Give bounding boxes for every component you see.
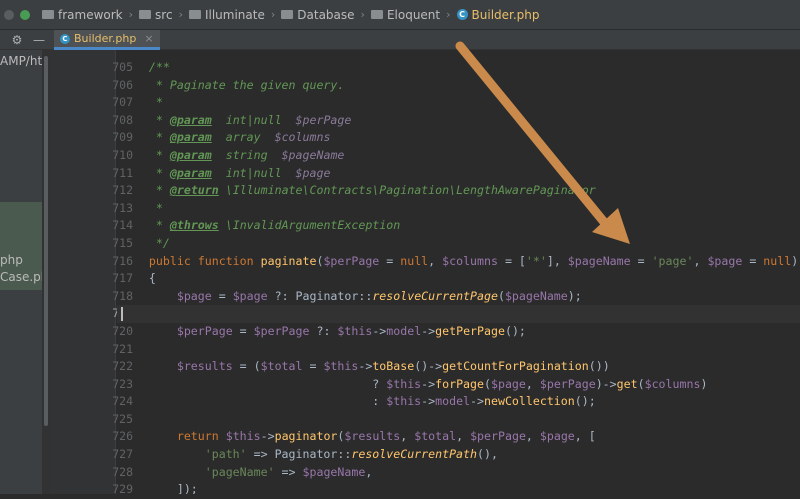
chevron-right-icon: › (178, 8, 183, 21)
code-line: * @param int|null $perPage (121, 112, 352, 127)
code-line: ]); (121, 482, 198, 494)
chevron-right-icon: › (446, 8, 451, 21)
tab-builder-php[interactable]: C Builder.php × (54, 30, 160, 50)
window-control-dot[interactable] (4, 9, 14, 20)
code-line: 'pageName' => $pageName, (204, 464, 373, 479)
code-line: ? $this->forPage($page, $perPage)->get($… (121, 376, 708, 391)
code-line: return $this->paginator($results, $total… (176, 429, 596, 444)
php-file-icon: C (456, 9, 468, 20)
breadcrumb-label: Illuminate (204, 7, 265, 22)
run-icon[interactable] (20, 9, 30, 20)
editor-tab-bar: ⚙ — C Builder.php × (0, 30, 800, 50)
panel-scrollbar[interactable] (44, 56, 48, 426)
tree-item-file[interactable]: Case.php (0, 270, 42, 284)
code-line: $perPage = $perPage ?: $this->model->get… (176, 323, 526, 338)
php-file-icon: C (60, 33, 70, 44)
folder-icon (42, 10, 54, 19)
breadcrumb-label: Database (297, 7, 355, 22)
breadcrumb-item-illuminate[interactable]: Illuminate › (188, 7, 281, 22)
breadcrumb-label: framework (58, 7, 123, 22)
breadcrumb-label: Builder.php (471, 7, 540, 22)
chevron-right-icon: › (270, 8, 276, 21)
folder-icon (188, 10, 201, 19)
minus-icon[interactable]: — (28, 30, 50, 50)
code-line: { (121, 271, 156, 286)
chevron-right-icon: › (128, 8, 134, 21)
code-line: 'path' => Paginator::resolveCurrentPath(… (204, 447, 498, 462)
code-line: * (121, 200, 163, 215)
code-line: public function paginate($perPage = null… (148, 253, 799, 268)
editor-gutter: 705 706 707 708 709 710 711 712 713 714 715 716 717 7… (50, 50, 133, 496)
code-line-current (117, 305, 800, 323)
chevron-right-icon: › (360, 8, 365, 21)
code-line: : $this->model->newCollection(); (121, 394, 596, 409)
breadcrumb-item-framework[interactable]: framework › (42, 8, 139, 22)
breadcrumb-label: src (155, 7, 173, 22)
breadcrumb-item-database[interactable]: Database › (281, 8, 371, 22)
code-line: $results = ($total = $this->toBase()->ge… (176, 359, 610, 374)
code-line: * Paginate the given query. (121, 77, 345, 92)
code-line: /** (121, 60, 170, 74)
close-icon[interactable]: × (144, 32, 153, 45)
code-line: * @param int|null $page (121, 165, 331, 180)
window-controls (4, 9, 36, 20)
project-path[interactable]: AMP/htc (0, 54, 42, 68)
text-caret (121, 306, 123, 321)
code-line: $page = $page ?: Paginator::resolveCurre… (176, 288, 582, 303)
tree-item-file[interactable]: php (0, 253, 23, 267)
breadcrumb-item-eloquent[interactable]: Eloquent › (370, 7, 457, 22)
code-line: */ (121, 235, 170, 250)
code-line: * @throws \InvalidArgumentException (121, 218, 401, 233)
breadcrumb-label: Eloquent (386, 7, 441, 22)
code-line: * @return \Illuminate\Contracts\Paginati… (121, 183, 596, 198)
breadcrumb: framework › src › Illuminate › Database … (0, 0, 800, 30)
folder-icon (370, 10, 383, 19)
code-line: * @param array $columns (121, 130, 331, 145)
breadcrumb-item-builder[interactable]: C Builder.php (456, 7, 540, 22)
code-line: * @param string $pageName (121, 147, 345, 162)
code-editor[interactable]: /** * Paginate the given query. * * @par… (117, 50, 800, 494)
breadcrumb-item-src[interactable]: src › (139, 8, 189, 22)
project-panel: AMP/htc php Case.php (0, 50, 42, 494)
folder-icon (139, 10, 152, 19)
gear-icon[interactable]: ⚙ (6, 30, 28, 50)
code-line: * (121, 95, 163, 110)
folder-icon (281, 10, 294, 19)
tab-label: Builder.php (74, 32, 137, 45)
